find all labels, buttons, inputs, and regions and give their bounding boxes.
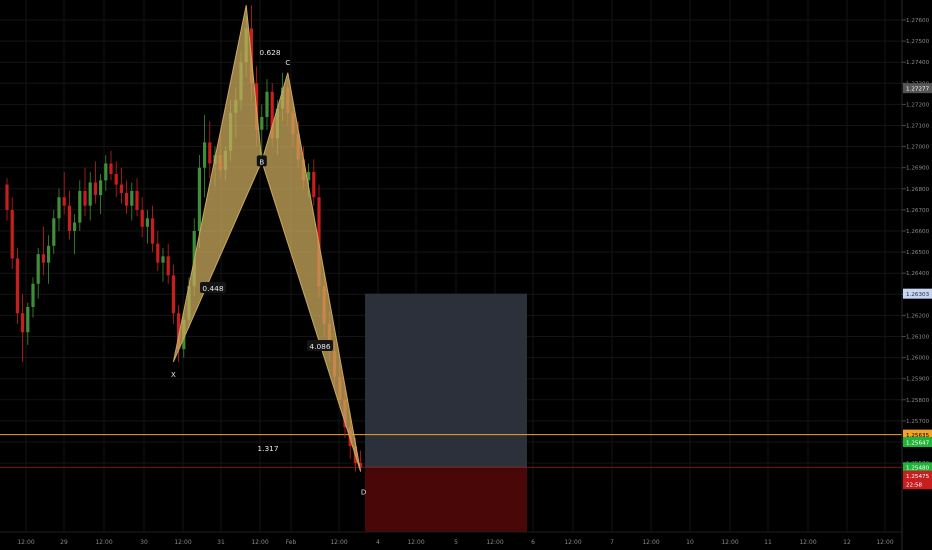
time-tick-label: 30 [140,539,148,546]
time-tick-label: 12:00 [486,539,503,546]
ratio-label[interactable]: 0.628 [259,48,280,57]
time-tick-label: 12:00 [564,539,581,546]
candle [145,218,149,227]
time-tick-label: 12:00 [876,539,893,546]
price-label-text: 1.25475 [906,474,930,480]
candle [47,245,51,263]
price-label-text: 1.25480 [906,466,930,472]
candle [125,193,129,206]
candle [21,313,25,333]
price-tick-label: 1.26500 [906,250,930,256]
candle [203,142,207,168]
time-tick-label: 11 [764,539,772,546]
pattern-point-b[interactable]: B [259,158,264,166]
time-tick-label: 12:00 [17,539,34,546]
ratio-label[interactable]: 4.086 [309,342,330,351]
candle [135,190,139,210]
candle [26,306,30,333]
price-tick-label: 1.26200 [906,313,930,319]
chart[interactable]: XABCD0.6280.4484.0861.317 1.276001.27500… [0,0,932,550]
candle [104,163,108,181]
time-tick-label: Feb [286,539,297,546]
candle [208,142,212,164]
candle [99,180,103,196]
price-tick-label: 1.27200 [906,102,930,108]
candle [15,258,19,314]
price-label-text: 1.27277 [906,86,930,92]
candle [156,243,160,263]
candle [260,117,264,130]
price-tick-label: 1.25700 [906,419,930,425]
price-tick-label: 1.26100 [906,335,930,341]
time-tick-label: 12:00 [251,539,268,546]
price-tick-label: 1.26700 [906,208,930,214]
candle [41,254,45,263]
candle [10,209,14,259]
candle [67,205,71,231]
time-tick-label: 5 [454,539,458,546]
candle [171,275,175,314]
ratio-label[interactable]: 1.317 [257,444,278,453]
ratio-label[interactable]: 0.448 [202,284,223,293]
price-tick-label: 1.26900 [906,166,930,172]
candle [109,163,113,175]
time-tick-label: 4 [376,539,380,546]
price-tick-label: 1.27000 [906,145,930,151]
time-tick-label: 12 [843,539,851,546]
candle [5,184,9,210]
candle [151,218,155,244]
candle [36,254,40,284]
price-tick-label: 1.27600 [906,18,930,24]
time-tick-label: 31 [217,539,225,546]
candle [73,222,77,231]
candle [140,209,144,227]
candle [119,184,123,194]
candle [88,182,92,206]
price-label-text: 1.26303 [906,292,930,298]
candle [114,174,118,185]
time-tick-label: 12:00 [174,539,191,546]
candle [197,167,201,231]
price-label-text: 22:58 [906,483,923,489]
price-tick-label: 1.27500 [906,39,930,45]
price-tick-label: 1.26600 [906,229,930,235]
pattern-point-c[interactable]: C [285,59,290,67]
price-tick-label: 1.26400 [906,271,930,277]
time-tick-label: 12:00 [95,539,112,546]
candle [130,190,134,206]
price-label-text: 1.25647 [906,440,930,446]
time-tick-label: 10 [686,539,694,546]
price-tick-label: 1.25800 [906,398,930,404]
time-tick-label: 12:00 [642,539,659,546]
time-tick-label: 12:00 [330,539,347,546]
candle [161,256,165,263]
price-tick-label: 1.27400 [906,60,930,66]
candle [312,171,316,198]
time-tick-label: 29 [60,539,68,546]
time-tick-label: 12:00 [407,539,424,546]
price-tick-label: 1.26000 [906,356,930,362]
price-tick-label: 1.27100 [906,124,930,130]
time-tick-label: 6 [531,539,535,546]
candle [78,190,82,223]
pattern-point-x[interactable]: X [171,371,176,379]
time-tick-label: 12:00 [721,539,738,546]
candle [31,283,35,307]
time-tick-label: 7 [610,539,614,546]
candle [93,182,97,196]
candle [52,218,56,246]
candle [166,256,170,276]
candle [57,197,61,219]
candle [265,91,269,118]
price-tick-label: 1.26800 [906,187,930,193]
position-target-zone[interactable] [365,293,527,468]
price-tick-label: 1.25900 [906,377,930,383]
candle [83,190,87,206]
position-stop-zone[interactable] [365,467,527,532]
candle [62,197,66,206]
time-tick-label: 12:00 [799,539,816,546]
pattern-point-d[interactable]: D [361,489,366,497]
